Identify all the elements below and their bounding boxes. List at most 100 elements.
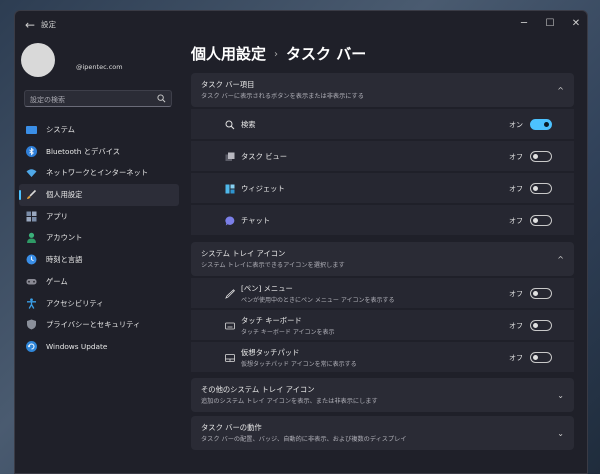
sidebar-item-system[interactable]: システム [19,119,179,141]
keyboard-icon [225,322,235,330]
app-title: 設定 [41,20,56,29]
sidebar-item-label: アクセシビリティ [46,298,104,308]
widgets-toggle[interactable] [530,183,552,194]
user-email: @ipentec.com [76,63,123,71]
sidebar-item-time-language[interactable]: 時刻と言語 [19,249,179,271]
setting-description: 仮想タッチパッド アイコンを常に表示する [241,361,357,368]
sidebar-item-label: アカウント [46,233,83,243]
brush-icon [27,189,37,200]
chat-icon [225,216,235,226]
toggle-state-text: オフ [509,354,523,362]
setting-label: 仮想タッチパッド [241,348,300,357]
apps-icon [26,211,37,222]
toggle-state-text: オフ [509,185,523,193]
toggle-state-text: オフ [509,217,523,225]
setting-description: タッチ キーボード アイコンを表示 [241,329,335,336]
section-subtitle: タスク バーに表示されるボタンを表示または非表示にする [201,93,364,100]
sidebar-item-windows-update[interactable]: Windows Update [19,336,179,358]
setting-label: ウィジェット [241,184,285,193]
sidebar-item-label: アプリ [46,211,68,221]
bluetooth-icon [26,145,37,157]
sidebar-item-gaming[interactable]: ゲーム [19,271,179,293]
section-taskbar-items[interactable]: タスク バー項目 タスク バーに表示されるボタンを表示または非表示にする ^ [191,73,574,107]
setting-label: チャット [241,216,271,225]
setting-row-search: 検索 オン [191,108,574,139]
sidebar-item-bluetooth[interactable]: Bluetooth とデバイス [19,141,179,163]
avatar[interactable] [21,43,55,77]
toggle-state-text: オフ [509,290,523,298]
sidebar-item-label: 時刻と言語 [46,255,83,265]
task-view-icon [225,152,235,161]
section-title: タスク バーの動作 [201,423,262,432]
section-title: タスク バー項目 [201,80,255,89]
sidebar-item-label: ゲーム [46,276,68,286]
sidebar-item-label: ネットワークとインターネット [46,168,149,178]
section-other-tray-icons[interactable]: その他のシステム トレイ アイコン 追加のシステム トレイ アイコンを表示、また… [191,378,574,412]
pen-menu-toggle[interactable] [530,288,552,299]
page-title: タスク バー [286,45,367,63]
breadcrumb: 個人用設定 › タスク バー [191,43,366,64]
setting-row-widgets: ウィジェット オフ [191,172,574,203]
shield-icon [27,319,36,330]
chevron-up-icon[interactable]: ^ [557,86,564,95]
sidebar-item-network[interactable]: ネットワークとインターネット [19,162,179,184]
chevron-up-icon[interactable]: ^ [557,255,564,264]
setting-row-pen-menu: [ペン] メニュー ペンが使用中のときにペン メニュー アイコンを表示する オフ [191,277,574,308]
search-toggle[interactable] [530,119,552,130]
search-icon[interactable] [157,94,166,103]
sidebar-item-label: Bluetooth とデバイス [46,146,121,156]
minimize-button[interactable]: ─ [513,15,535,33]
system-icon [26,126,37,134]
search-input[interactable]: 設定の検索 [24,90,172,107]
task-view-toggle[interactable] [530,151,552,162]
maximize-button[interactable]: ☐ [539,15,561,33]
update-icon [26,340,37,352]
setting-row-touch-keyboard: タッチ キーボード タッチ キーボード アイコンを表示 オフ [191,309,574,340]
clock-icon [26,254,37,265]
chat-toggle[interactable] [530,215,552,226]
section-system-tray-icons[interactable]: システム トレイ アイコン システム トレイに表示できるアイコンを選択します ^ [191,242,574,276]
setting-label: 検索 [241,120,256,129]
widgets-icon [225,184,235,194]
sidebar-item-label: システム [46,125,75,134]
setting-row-chat: チャット オフ [191,204,574,235]
breadcrumb-separator: › [274,49,279,60]
sidebar-item-label: プライバシーとセキュリティ [46,320,141,330]
section-subtitle: タスク バーの配置、バッジ、自動的に非表示、および複数のディスプレイ [201,436,407,443]
breadcrumb-parent[interactable]: 個人用設定 [191,45,266,63]
search-placeholder: 設定の検索 [30,96,65,104]
setting-row-task-view: タスク ビュー オフ [191,140,574,171]
toggle-state-text: オフ [509,322,523,330]
title-bar: ← 設定 ─ ☐ ✕ [15,11,587,39]
setting-row-virtual-touchpad: 仮想タッチパッド 仮想タッチパッド アイコンを常に表示する オフ [191,341,574,372]
game-icon [26,278,37,285]
touch-keyboard-toggle[interactable] [530,320,552,331]
sidebar-item-accounts[interactable]: アカウント [19,227,179,249]
section-subtitle: 追加のシステム トレイ アイコンを表示、または非表示にします [201,398,378,405]
sidebar-item-privacy-security[interactable]: プライバシーとセキュリティ [19,314,179,336]
toggle-state-text: オン [509,121,523,129]
section-taskbar-behaviors[interactable]: タスク バーの動作 タスク バーの配置、バッジ、自動的に非表示、および複数のディ… [191,416,574,450]
setting-description: ペンが使用中のときにペン メニュー アイコンを表示する [241,297,395,304]
close-button[interactable]: ✕ [565,15,587,33]
section-title: その他のシステム トレイ アイコン [201,385,315,394]
sidebar-item-label: Windows Update [46,341,108,351]
chevron-down-icon[interactable]: ⌄ [557,391,564,400]
section-subtitle: システム トレイに表示できるアイコンを選択します [201,262,345,269]
sidebar-item-label: 個人用設定 [46,190,83,200]
virtual-touchpad-toggle[interactable] [530,352,552,363]
sidebar-item-personalization[interactable]: 個人用設定 [19,184,179,206]
sidebar-item-accessibility[interactable]: アクセシビリティ [19,293,179,315]
network-icon [26,169,37,178]
search-icon [225,120,235,130]
setting-label: タスク ビュー [241,152,288,161]
setting-label: タッチ キーボード [241,316,302,325]
back-arrow-icon[interactable]: ← [23,18,37,32]
sidebar-nav: システム Bluetooth とデバイス ネットワークとインターネット 個人用設… [19,119,179,358]
settings-window: ← 設定 ─ ☐ ✕ @ipentec.com 設定の検索 システム Bluet… [14,10,588,474]
toggle-state-text: オフ [509,153,523,161]
pen-icon [225,289,235,299]
setting-label: [ペン] メニュー [241,284,293,293]
sidebar-item-apps[interactable]: アプリ [19,206,179,228]
chevron-down-icon[interactable]: ⌄ [557,429,564,438]
